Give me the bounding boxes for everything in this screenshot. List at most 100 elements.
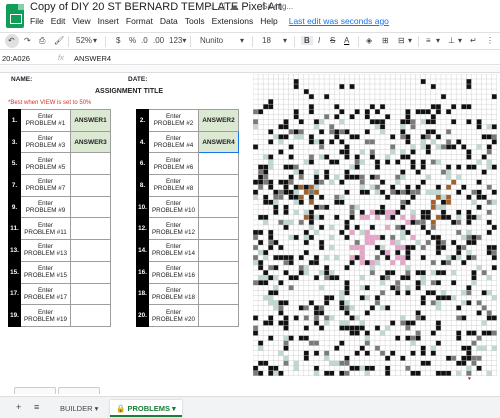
sheets-logo-icon[interactable] <box>6 4 24 28</box>
problem-cell[interactable]: Enter PROBLEM #2 <box>148 109 199 132</box>
problem-cell[interactable]: Enter PROBLEM #20 <box>148 304 199 327</box>
problem-number[interactable]: 18. <box>136 282 149 306</box>
tab-builder[interactable]: BUILDER ▾ <box>54 400 104 417</box>
vertical-align-icon[interactable]: ⊥ <box>448 36 455 45</box>
problem-cell[interactable]: Enter PROBLEM #7 <box>20 174 71 197</box>
pixel-art-grid[interactable] <box>253 74 497 376</box>
answer-cell[interactable] <box>70 304 111 327</box>
problem-number[interactable]: 16. <box>136 260 149 284</box>
problem-cell[interactable]: Enter PROBLEM #12 <box>148 217 199 241</box>
problem-number[interactable]: 19. <box>8 304 21 327</box>
problem-cell[interactable]: Enter PROBLEM #4 <box>148 130 199 154</box>
problem-cell[interactable]: Enter PROBLEM #18 <box>148 282 199 306</box>
problem-number[interactable]: 1. <box>8 109 21 132</box>
problem-number[interactable]: 7. <box>8 174 21 197</box>
chevron-down-icon[interactable]: ▾ <box>458 36 462 45</box>
answer-cell[interactable] <box>70 282 111 306</box>
sheet-grid[interactable]: NAME: DATE: ASSIGNMENT TITLE *Best when … <box>0 66 500 386</box>
move-folder-icon[interactable]: ⌸ <box>219 2 229 13</box>
problem-cell[interactable]: Enter PROBLEM #3 <box>20 130 71 154</box>
merge-cells-icon[interactable]: ⊟ <box>398 36 405 45</box>
menu-view[interactable]: View <box>72 16 90 26</box>
more-formats-button[interactable]: 123▾ <box>169 36 186 45</box>
problem-number[interactable]: 15. <box>8 260 21 284</box>
plus-icon[interactable]: + <box>16 402 21 412</box>
column-header-row[interactable] <box>0 66 500 73</box>
problem-cell[interactable]: Enter PROBLEM #1 <box>20 109 71 132</box>
problem-number[interactable]: 3. <box>8 130 21 154</box>
borders-icon[interactable]: ⊞ <box>382 36 389 45</box>
answer-cell[interactable] <box>70 239 111 262</box>
problem-number[interactable]: 17. <box>8 282 21 306</box>
document-title[interactable]: Copy of DIY 20 ST BERNARD TEMPLATE Pixel… <box>30 1 282 13</box>
problem-cell[interactable]: Enter PROBLEM #17 <box>20 282 71 306</box>
problem-cell[interactable]: Enter PROBLEM #13 <box>20 239 71 262</box>
problem-cell[interactable]: Enter PROBLEM #14 <box>148 239 199 262</box>
decrease-decimal-button[interactable]: .0 <box>141 36 148 45</box>
zoom-select[interactable]: 52% <box>76 36 92 45</box>
answer-cell[interactable]: ANSWER3 <box>70 130 111 154</box>
chevron-down-icon[interactable]: ▾ <box>436 36 440 45</box>
chevron-down-icon[interactable]: ▾ <box>95 404 99 413</box>
fill-color-icon[interactable]: ◈ <box>366 36 372 45</box>
problem-cell[interactable]: Enter PROBLEM #5 <box>20 152 71 176</box>
currency-format-button[interactable]: $ <box>116 36 120 45</box>
problem-number[interactable]: 4. <box>136 130 149 154</box>
problem-number[interactable]: 14. <box>136 239 149 262</box>
chevron-down-icon[interactable]: ▾ <box>408 36 412 45</box>
answer-cell[interactable] <box>198 195 239 219</box>
menu-insert[interactable]: Insert <box>98 16 119 26</box>
font-family-select[interactable]: Nunito <box>200 36 223 45</box>
answer-cell[interactable] <box>198 260 239 284</box>
undo-icon[interactable]: ↶ <box>8 36 15 45</box>
font-size-select[interactable]: 18 <box>262 36 271 45</box>
menu-tools[interactable]: Tools <box>185 16 205 26</box>
print-icon[interactable]: ⎙ <box>39 36 45 46</box>
increase-decimal-button[interactable]: .00 <box>153 36 164 45</box>
problem-number[interactable]: 20. <box>136 304 149 327</box>
problem-number[interactable]: 9. <box>8 195 21 219</box>
menu-data[interactable]: Data <box>160 16 178 26</box>
answer-cell[interactable]: ANSWER2 <box>198 109 239 132</box>
problem-cell[interactable]: Enter PROBLEM #8 <box>148 174 199 197</box>
answer-cell[interactable] <box>70 152 111 176</box>
answer-cell[interactable] <box>198 304 239 327</box>
tab-problems[interactable]: 🔒 PROBLEMS ▾ <box>110 400 182 417</box>
problem-number[interactable]: 13. <box>8 239 21 262</box>
answer-cell[interactable] <box>198 239 239 262</box>
answer-cell[interactable] <box>198 282 239 306</box>
formula-input[interactable]: ANSWER4 <box>74 54 111 63</box>
menu-icon[interactable]: ≡ <box>34 402 39 412</box>
menu-extensions[interactable]: Extensions <box>212 16 254 26</box>
problem-number[interactable]: 10. <box>136 195 149 219</box>
answer-cell[interactable] <box>198 174 239 197</box>
chevron-down-icon[interactable]: ▾ <box>240 36 244 45</box>
percent-format-button[interactable]: % <box>129 36 136 45</box>
name-box[interactable]: 20:A026 <box>2 54 30 63</box>
answer-cell[interactable] <box>70 260 111 284</box>
chevron-down-icon[interactable]: ▾ <box>172 404 176 413</box>
problem-cell[interactable]: Enter PROBLEM #6 <box>148 152 199 176</box>
strikethrough-button[interactable]: S <box>330 36 335 45</box>
problem-number[interactable]: 11. <box>8 217 21 241</box>
last-edit-link[interactable]: Last edit was seconds ago <box>289 16 389 26</box>
chevron-down-icon[interactable]: ▾ <box>283 36 287 45</box>
text-color-button[interactable]: A <box>344 36 349 45</box>
problem-cell[interactable]: Enter PROBLEM #9 <box>20 195 71 219</box>
chevron-down-icon[interactable]: ▾ <box>93 36 97 45</box>
problem-number[interactable]: 12. <box>136 217 149 241</box>
problem-number[interactable]: 8. <box>136 174 149 197</box>
answer-cell[interactable]: ANSWER1 <box>70 109 111 132</box>
answer-cell[interactable]: ANSWER4 <box>198 130 239 154</box>
problem-cell[interactable]: Enter PROBLEM #11 <box>20 217 71 241</box>
answer-cell[interactable] <box>70 195 111 219</box>
problem-cell[interactable]: Enter PROBLEM #16 <box>148 260 199 284</box>
star-icon[interactable]: ☆ <box>206 2 219 13</box>
problem-cell[interactable]: Enter PROBLEM #19 <box>20 304 71 327</box>
redo-icon[interactable]: ↷ <box>24 36 31 45</box>
menu-file[interactable]: File <box>30 16 44 26</box>
problem-cell[interactable]: Enter PROBLEM #10 <box>148 195 199 219</box>
menu-format[interactable]: Format <box>126 16 153 26</box>
menu-help[interactable]: Help <box>260 16 277 26</box>
answer-cell[interactable] <box>198 217 239 241</box>
